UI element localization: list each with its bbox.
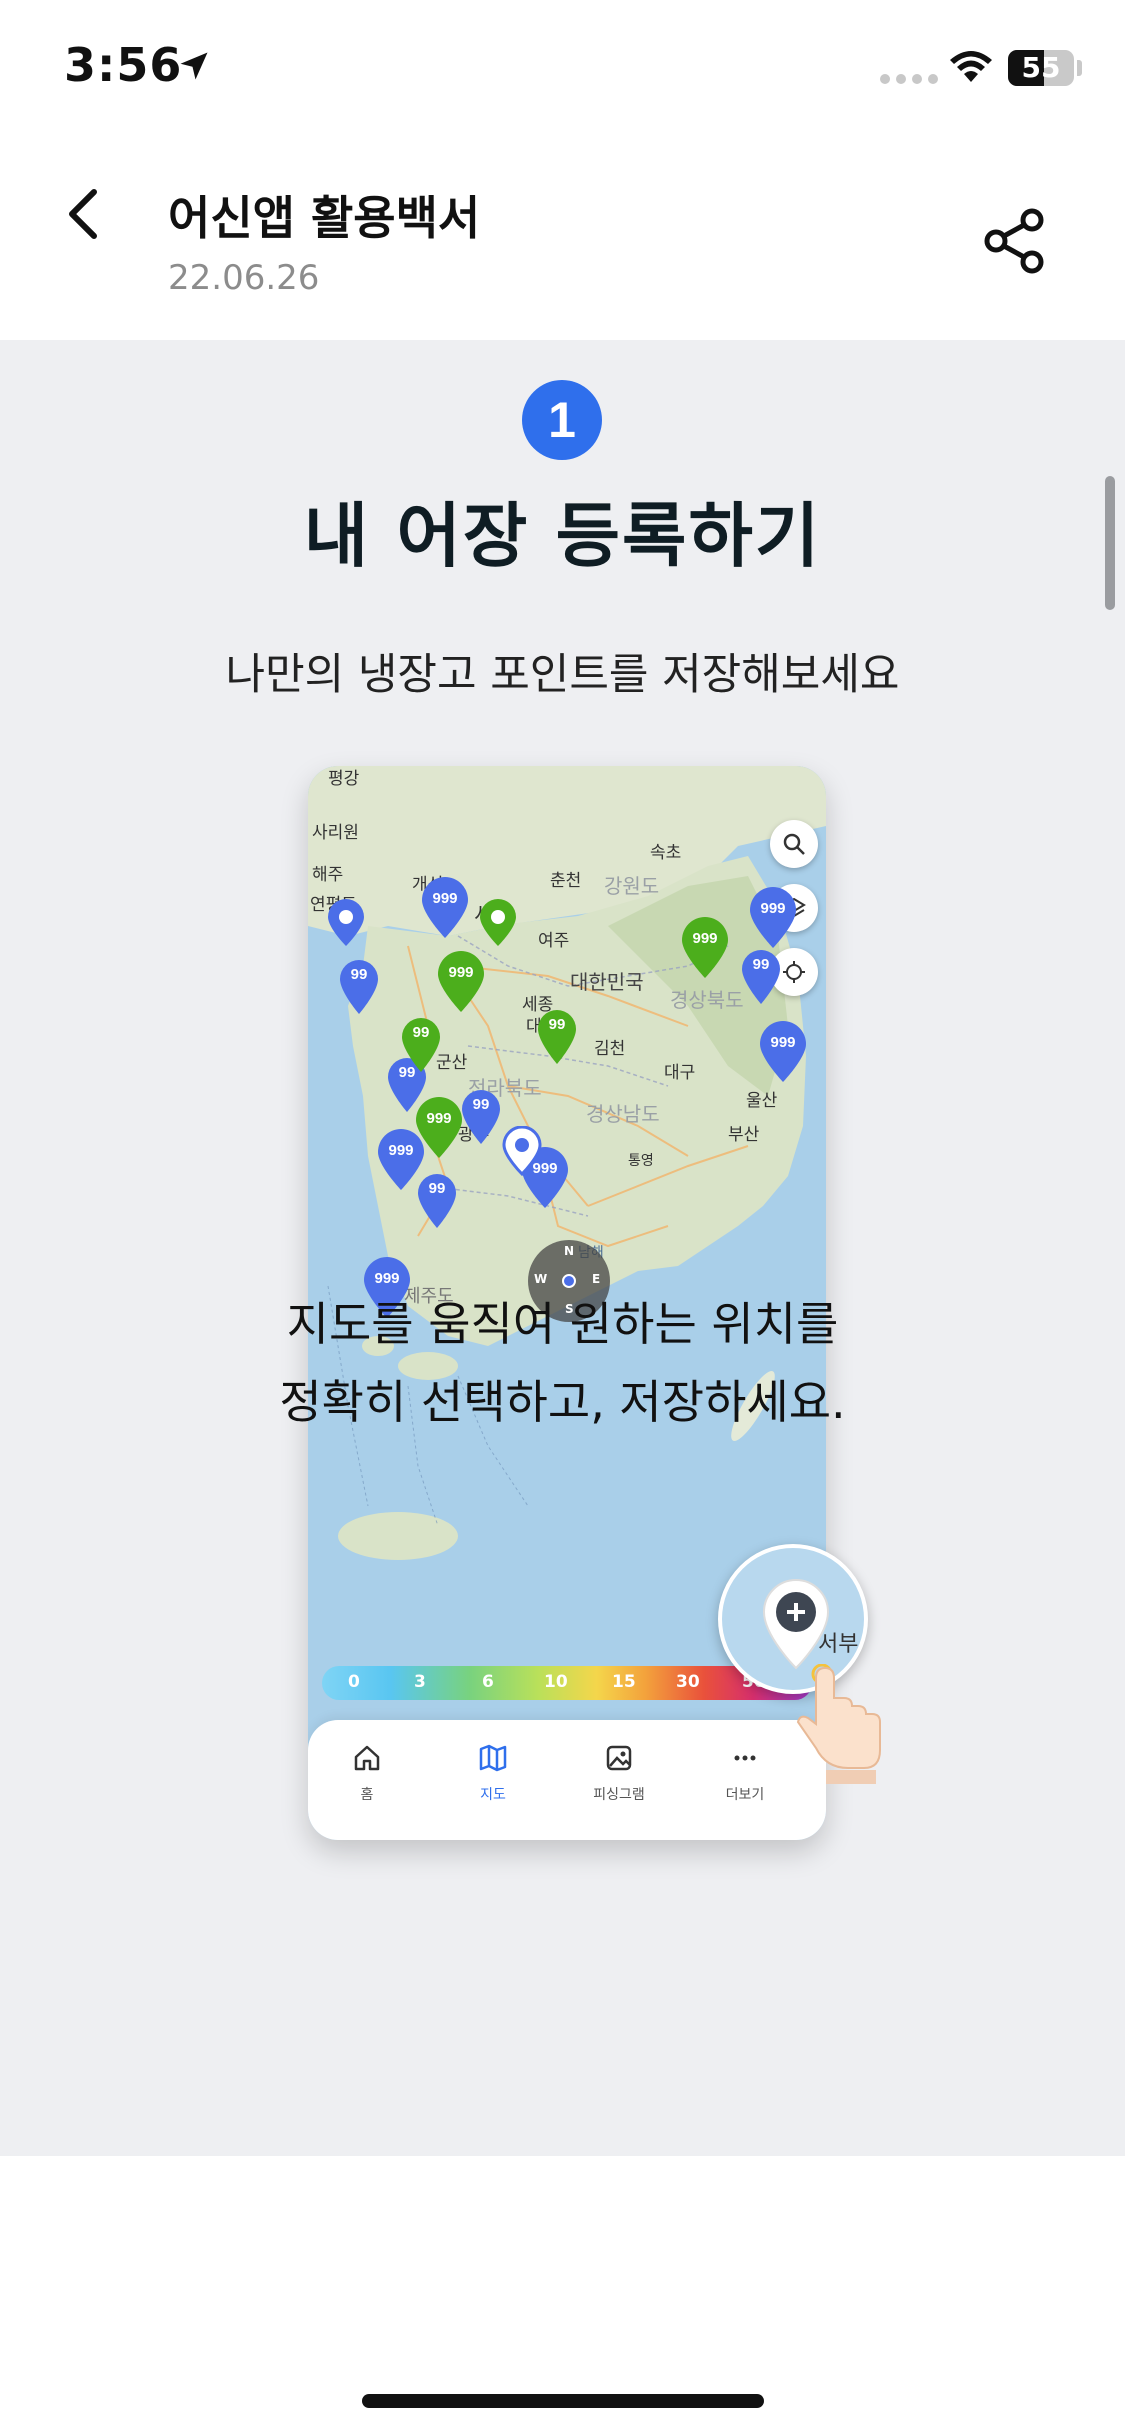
compass-center xyxy=(562,1274,576,1288)
app-bottom-nav: 홈 지도 피싱그램 더보기 xyxy=(308,1720,826,1840)
map-label: 경상남도 xyxy=(586,1102,660,1126)
wind-scale-tick: 0 xyxy=(348,1672,360,1692)
map-label: 경상북도 xyxy=(670,988,744,1012)
battery-icon: 55 xyxy=(1008,50,1074,86)
pin-label: 99 xyxy=(412,1024,430,1041)
callout-map-label: 서부 xyxy=(818,1632,859,1657)
wind-scale-tick: 30 xyxy=(676,1672,700,1692)
step-subtitle: 나만의 냉장고 포인트를 저장해보세요 xyxy=(225,650,900,700)
step-title: 내 어장 등록하기 xyxy=(303,495,822,577)
pin-label: 999 xyxy=(692,930,718,947)
map-pin[interactable]: 99 xyxy=(530,1002,584,1066)
step-number-badge: 1 xyxy=(522,380,602,460)
map-pin[interactable]: 999 xyxy=(412,1096,466,1160)
more-icon xyxy=(734,1755,756,1761)
pin-label: 999 xyxy=(432,890,458,907)
back-button[interactable] xyxy=(58,184,110,244)
location-marker[interactable] xyxy=(324,898,368,948)
current-location-marker[interactable] xyxy=(500,1125,544,1177)
map-pin[interactable]: 999 xyxy=(434,950,488,1014)
map-label: 대구 xyxy=(664,1063,696,1083)
image-icon xyxy=(606,1745,632,1771)
compass-east: E xyxy=(592,1272,601,1286)
share-button[interactable] xyxy=(980,206,1050,276)
wind-scale-tick: 6 xyxy=(482,1672,494,1692)
pin-label: 99 xyxy=(428,1180,446,1197)
pin-label: 99 xyxy=(752,956,770,973)
nav-label: 피싱그램 xyxy=(593,1787,645,1803)
nav-item-fishingram[interactable]: 피싱그램 xyxy=(574,1742,664,1804)
pin-label: 999 xyxy=(760,900,786,917)
tap-hand-icon xyxy=(796,1664,881,1784)
map-pin[interactable]: 99 xyxy=(410,1166,464,1230)
nav-item-more[interactable]: 더보기 xyxy=(700,1742,790,1804)
nav-label: 지도 xyxy=(480,1787,506,1803)
wind-scale-tick: 15 xyxy=(612,1672,636,1692)
map-pin[interactable]: 99 xyxy=(734,942,788,1006)
cellular-signal-icon xyxy=(880,74,938,84)
map-label: 사리원 xyxy=(312,823,359,843)
home-indicator[interactable] xyxy=(362,2394,764,2408)
status-time: 3:56 xyxy=(64,38,183,92)
home-icon xyxy=(354,1745,380,1771)
search-icon xyxy=(783,833,805,855)
nav-item-home[interactable]: 홈 xyxy=(322,1742,412,1804)
map-label: 여주 xyxy=(538,931,570,951)
map-pin[interactable]: 999 xyxy=(746,886,800,950)
map-label: 대한민국 xyxy=(570,970,644,994)
wind-scale-tick: 10 xyxy=(544,1672,568,1692)
pin-label: 999 xyxy=(770,1034,796,1051)
map-label: 강원도 xyxy=(604,874,660,898)
map-label: 부산 xyxy=(728,1125,760,1145)
publish-date: 22.06.26 xyxy=(168,258,320,298)
pin-label: 999 xyxy=(426,1110,452,1127)
map-pin[interactable]: 999 xyxy=(756,1020,810,1084)
scroll-indicator[interactable] xyxy=(1105,476,1115,610)
pin-label: 999 xyxy=(374,1270,400,1287)
map-search-button[interactable] xyxy=(770,820,818,868)
battery-tip xyxy=(1077,60,1082,76)
map-label: 속초 xyxy=(650,843,682,863)
map-pin[interactable]: 999 xyxy=(678,916,732,980)
map-pin[interactable]: 99 xyxy=(332,952,386,1016)
caption-line-1: 지도를 움직여 원하는 위치를 xyxy=(286,1297,839,1351)
nav-item-map[interactable]: 지도 xyxy=(448,1742,538,1804)
map-pin[interactable]: 99 xyxy=(394,1010,448,1074)
wifi-icon xyxy=(950,51,992,82)
location-arrow-icon xyxy=(180,52,208,80)
share-icon xyxy=(984,208,1044,274)
map-pin[interactable]: 999 xyxy=(418,876,472,940)
map-label: 춘천 xyxy=(550,871,582,891)
pin-label: 999 xyxy=(448,964,474,981)
caption-line-2: 정확히 선택하고, 저장하세요. xyxy=(279,1375,846,1429)
map-label: 통영 xyxy=(628,1153,654,1169)
location-marker[interactable] xyxy=(476,898,520,948)
pin-label: 99 xyxy=(548,1016,566,1033)
nav-label: 홈 xyxy=(360,1787,374,1803)
battery-level: 55 xyxy=(1021,51,1061,84)
map-label: 김천 xyxy=(594,1039,626,1059)
chevron-left-icon xyxy=(69,189,97,239)
wind-scale-tick: 3 xyxy=(414,1672,426,1692)
map-label: 해주 xyxy=(312,865,344,885)
compass-north: N xyxy=(564,1244,575,1258)
status-bar: 3:56 55 xyxy=(0,0,1125,140)
nav-label: 더보기 xyxy=(725,1787,765,1803)
article-content: 1 내 어장 등록하기 나만의 냉장고 포인트를 저장해보세요 평강 사리원 해… xyxy=(0,340,1125,2156)
map-icon xyxy=(479,1744,507,1772)
page-title: 어신앱 활용백서 xyxy=(168,191,481,245)
article-header: 어신앱 활용백서 22.06.26 xyxy=(0,140,1125,340)
map-label: 울산 xyxy=(746,1091,778,1111)
compass-west: W xyxy=(534,1272,548,1286)
pin-label: 99 xyxy=(350,966,368,983)
map-label: 평강 xyxy=(328,769,360,789)
